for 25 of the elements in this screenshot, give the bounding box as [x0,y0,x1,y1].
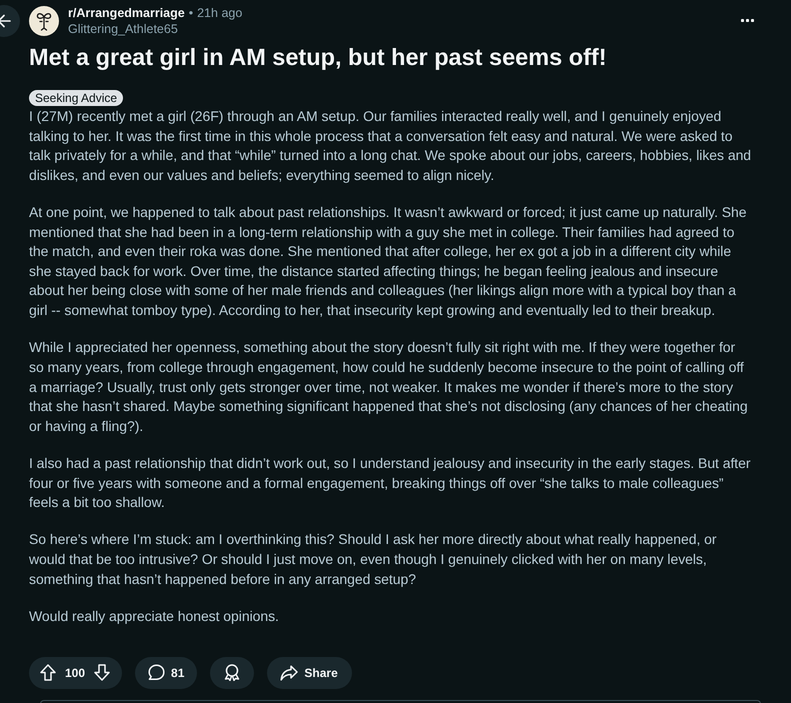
body-paragraph: I (27M) recently met a girl (26F) through an AM setup. Our families interacted really well, and I genuinely enjoyed talking to her. It was the first time in this whole process that a conversation felt easy and natural. We were asked to talk privately for a while, and that “while” turned into a long chat. We spoke about our jobs, careers, hobbies, likes and dislikes, and even our values and beliefs; everything seemed to align nicely. [29,107,752,185]
post-time: 21h ago [197,6,242,20]
body-paragraph: So here’s where I’m stuck: am I overthinking this? Should I ask her more directly about what really happened, or would that be too intrusive? Or should I just move on, even though I genuinely clicked with her on many levels, something that hasn’t happened before in any arranged setup? [29,530,718,589]
flair-tag[interactable]: Seeking Advice [29,90,124,106]
body-paragraph: Would really appreciate honest opinions. [29,606,280,626]
arrow-left-icon [0,14,11,28]
body-paragraph: I also had a past relationship that didn’t work out, so I understand jealousy and insecurity in the early stages. But after four or five years with someone and a formal engagement, breaking things off over “she talks to male colleagues” feels a bit too shallow. [29,454,752,512]
avatar-icon [29,6,59,36]
upvote-icon [40,664,56,681]
author-link[interactable]: Glittering_Athlete65 [68,22,242,36]
subreddit-link[interactable]: r/Arrangedmarriage [68,6,185,20]
body-paragraph: At one point, we happened to talk about past relationships. It wasn’t awkward or forced; it just came up naturally. She mentioned that she had been in a long-term relationship with a guy she met in college. Their families had agreed to the match, and even their roka was done. She mentioned that after college, her ex got a job in a different city while she stayed back for work. Over time, the distance started affecting things; he began feeling jealous and insecure about her being close with some of her male friends and colleagues (her likings align more with a typical boy than a girl -- somewhat tomboy type). According to her, that insecurity kept growing and eventually led to their breakup. [29,203,748,320]
vote-count: 100 [64,666,86,680]
comment-field[interactable] [40,700,761,703]
award-button[interactable] [210,656,254,688]
share-button[interactable]: Share [267,656,352,688]
award-icon [224,664,240,681]
downvote-icon [94,664,110,681]
post-title: Met a great girl in AM setup, but her past seems off! [29,43,608,72]
body-paragraph: While I appreciated her openness, something about the story doesn’t fully sit right with me. If they were together for so many years, from college through engagement, how could he suddenly become insecure to the point of calling off a marriage? Usually, trust only gets stronger over time, not weaker. It makes me wonder if there’s more to the story that she hasn’t shared. Maybe something significant happened that she’s not disclosing (any chances of her cheating or having a fling?). [29,338,749,436]
comments-button[interactable]: 81 [135,656,198,688]
speech-bubble-icon [148,664,166,681]
separator-dot: • [188,6,194,20]
share-icon [280,664,298,680]
more-icon [740,18,754,22]
